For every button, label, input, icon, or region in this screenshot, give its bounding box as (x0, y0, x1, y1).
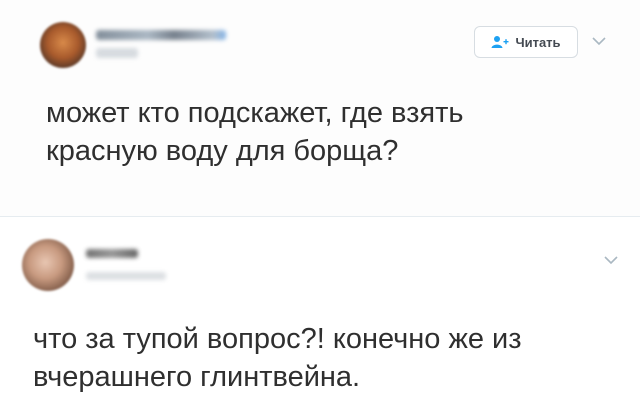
chevron-down-icon[interactable] (603, 255, 619, 265)
author-handle-blurred (86, 272, 166, 280)
chevron-down-icon[interactable] (591, 36, 607, 46)
follow-button[interactable]: Читать (474, 26, 578, 58)
tweet-text-line: красную воду для борща? (46, 135, 399, 167)
author-handle-blurred (96, 48, 138, 58)
tweet-text-line: что за тупой вопрос?! конечно же из (33, 323, 522, 355)
author-name-blurred[interactable] (86, 249, 138, 258)
avatar[interactable] (40, 22, 86, 68)
author-name-blurred[interactable] (96, 30, 226, 40)
avatar[interactable] (22, 239, 74, 291)
tweet-text: может кто подскажет, где взять красную в… (46, 94, 606, 170)
follow-label: Читать (515, 34, 561, 50)
add-user-icon (491, 36, 509, 48)
tweet-text-line: вчерашнего глинтвейна. (33, 361, 361, 393)
tweet-text-line: может кто подскажет, где взять (46, 97, 464, 129)
tweet-text: что за тупой вопрос?! конечно же из вчер… (33, 320, 623, 396)
main-tweet: Читать может кто подскажет, где взять кр… (0, 0, 640, 217)
